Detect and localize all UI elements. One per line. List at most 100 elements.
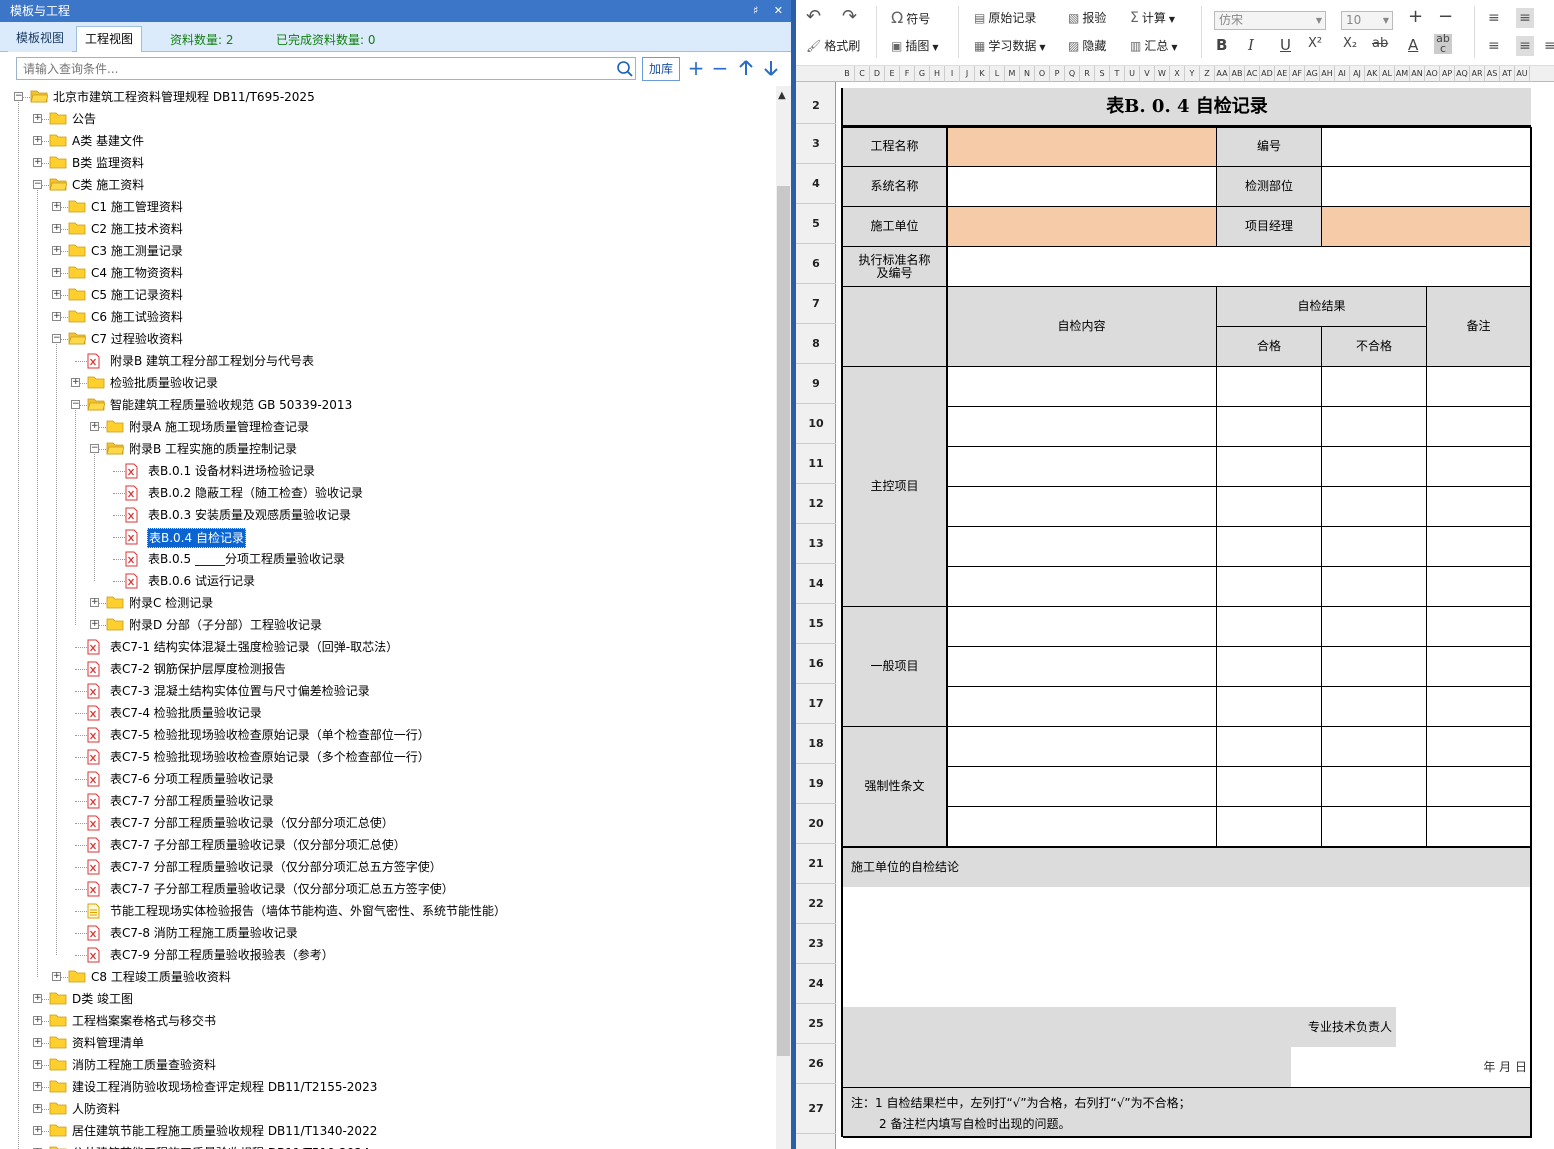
fail-cell[interactable] xyxy=(1322,367,1427,407)
tree-folder-node[interactable]: − C7 过程验收资料 xyxy=(0,328,776,350)
check-content-cell[interactable] xyxy=(947,527,1217,567)
row-header-cell[interactable]: 10 xyxy=(796,404,836,444)
row-header-cell[interactable]: 21 xyxy=(796,844,836,884)
tree-folder-node[interactable]: + 工程档案案卷格式与移交书 xyxy=(0,1010,776,1032)
bold-button[interactable]: B xyxy=(1216,36,1227,54)
study-data-button[interactable]: ▦ 学习数据 ▼ xyxy=(974,36,1046,56)
close-icon[interactable]: ✕ xyxy=(774,4,783,17)
collapse-icon[interactable]: − xyxy=(52,334,61,343)
tree-file-node[interactable]: 表C7-5 检验批现场验收检查原始记录（多个检查部位一行） xyxy=(0,746,776,768)
tree-folder-node[interactable]: + 附录C 检测记录 xyxy=(0,592,776,614)
move-down-icon[interactable] xyxy=(761,58,781,78)
tree-scrollbar[interactable]: ▲ xyxy=(776,86,791,1149)
column-header-cell[interactable]: D xyxy=(870,66,885,82)
column-header-cell[interactable]: J xyxy=(960,66,975,82)
column-header-cell[interactable]: AG xyxy=(1305,66,1320,82)
align-left-icon[interactable]: ≡ xyxy=(1488,36,1500,56)
search-input[interactable] xyxy=(16,57,636,80)
check-content-cell[interactable] xyxy=(947,607,1217,647)
column-header-cell[interactable]: AK xyxy=(1365,66,1380,82)
check-content-cell[interactable] xyxy=(947,727,1217,767)
tree-file-node[interactable]: 表B.0.1 设备材料进场检验记录 xyxy=(0,460,776,482)
tree-folder-node[interactable]: + 检验批质量验收记录 xyxy=(0,372,776,394)
column-header-cell[interactable]: AQ xyxy=(1455,66,1470,82)
tree-folder-node[interactable]: + 居住建筑节能工程施工质量验收规程 DB11/T1340-2022 xyxy=(0,1120,776,1142)
column-header-cell[interactable]: F xyxy=(900,66,915,82)
expand-icon[interactable]: + xyxy=(33,994,42,1003)
tree-file-node[interactable]: 表C7-2 钢筋保护层厚度检测报告 xyxy=(0,658,776,680)
column-header-cell[interactable]: AT xyxy=(1500,66,1515,82)
remark-cell[interactable] xyxy=(1427,767,1531,807)
fail-cell[interactable] xyxy=(1322,767,1427,807)
pass-cell[interactable] xyxy=(1217,607,1322,647)
collapse-icon[interactable]: − xyxy=(71,400,80,409)
tree-file-node[interactable]: 节能工程现场实体检验报告（墙体节能构造、外窗气密性、系统节能性能） xyxy=(0,900,776,922)
column-header-cell[interactable]: AD xyxy=(1260,66,1275,82)
column-header-cell[interactable]: AC xyxy=(1245,66,1260,82)
tree-folder-node[interactable]: + C5 施工记录资料 xyxy=(0,284,776,306)
column-header-cell[interactable]: AL xyxy=(1380,66,1395,82)
column-header-cell[interactable]: AH xyxy=(1320,66,1335,82)
tree-file-node[interactable]: 表B.0.5 _____分项工程质量验收记录 xyxy=(0,548,776,570)
redo-icon[interactable]: ↷ xyxy=(842,7,857,27)
tree-file-node[interactable]: 表C7-3 混凝土结构实体位置与尺寸偏差检验记录 xyxy=(0,680,776,702)
tree-folder-node[interactable]: + D类 竣工图 xyxy=(0,988,776,1010)
tree-folder-node[interactable]: +公共建筑节能工程施工质量验收规程 DB11/T510-2024 xyxy=(0,1142,776,1149)
column-header-cell[interactable]: AJ xyxy=(1350,66,1365,82)
tree-file-node[interactable]: 表B.0.2 隐蔽工程（随工检查）验收记录 xyxy=(0,482,776,504)
column-header-cell[interactable]: S xyxy=(1095,66,1110,82)
column-header-cell[interactable]: O xyxy=(1035,66,1050,82)
row-header-cell[interactable]: 8 xyxy=(796,324,836,364)
expand-icon[interactable]: + xyxy=(52,202,61,211)
spreadsheet[interactable]: B C D E F G H I J K L M N O P Q R S T U V W X Y Z AA AB AC AD AE AF AG A… xyxy=(796,66,1554,1149)
undo-icon[interactable]: ↶ xyxy=(806,7,821,27)
font-color-button[interactable]: A xyxy=(1408,36,1418,54)
expand-icon[interactable]: + xyxy=(52,972,61,981)
fail-cell[interactable] xyxy=(1322,447,1427,487)
row-header-cell[interactable]: 3 xyxy=(796,124,836,164)
column-header-cell[interactable]: K xyxy=(975,66,990,82)
column-header-cell[interactable]: E xyxy=(885,66,900,82)
underline-button[interactable]: U xyxy=(1280,36,1291,54)
remove-icon[interactable]: − xyxy=(710,58,730,78)
column-header-cell[interactable]: AA xyxy=(1215,66,1230,82)
italic-button[interactable]: I xyxy=(1248,36,1254,54)
expand-icon[interactable]: + xyxy=(90,598,99,607)
row-header-cell[interactable]: 14 xyxy=(796,564,836,604)
highlight-icon[interactable]: ab c xyxy=(1434,33,1452,54)
row-header-cell[interactable]: 20 xyxy=(796,804,836,844)
row-header-cell[interactable]: 5 xyxy=(796,204,836,244)
pin-icon[interactable]: ♯ xyxy=(753,4,758,17)
remark-cell[interactable] xyxy=(1427,647,1531,687)
row-header-cell[interactable]: 17 xyxy=(796,684,836,724)
column-header-cell[interactable]: AM xyxy=(1395,66,1410,82)
align-middle-icon[interactable]: ≡ xyxy=(1516,8,1534,28)
expand-icon[interactable]: + xyxy=(33,1016,42,1025)
tree-file-node[interactable]: 附录B 建筑工程分部工程划分与代号表 xyxy=(0,350,776,372)
column-header-cell[interactable]: AU xyxy=(1515,66,1530,82)
date-field[interactable]: 年 月 日 xyxy=(1291,1047,1531,1087)
tree-folder-node[interactable]: + C1 施工管理资料 xyxy=(0,196,776,218)
column-header-cell[interactable]: B xyxy=(840,66,855,82)
remark-cell[interactable] xyxy=(1427,607,1531,647)
align-right-icon[interactable]: ≡ xyxy=(1544,36,1554,56)
column-header-cell[interactable]: G xyxy=(915,66,930,82)
project-name-field[interactable] xyxy=(947,127,1217,167)
expand-icon[interactable]: + xyxy=(33,114,42,123)
pass-cell[interactable] xyxy=(1217,367,1322,407)
expand-icon[interactable]: + xyxy=(33,136,42,145)
expand-icon[interactable]: + xyxy=(33,158,42,167)
column-header-cell[interactable]: R xyxy=(1080,66,1095,82)
expand-icon[interactable]: + xyxy=(52,268,61,277)
remark-cell[interactable] xyxy=(1427,687,1531,727)
scroll-up-icon[interactable]: ▲ xyxy=(778,90,786,101)
column-header-cell[interactable]: C xyxy=(855,66,870,82)
fail-cell[interactable] xyxy=(1322,807,1427,847)
expand-icon[interactable]: + xyxy=(90,620,99,629)
pass-cell[interactable] xyxy=(1217,767,1322,807)
number-field[interactable] xyxy=(1322,127,1531,167)
tree-file-node[interactable]: 表C7-7 子分部工程质量验收记录（仅分部分项汇总使） xyxy=(0,834,776,856)
column-header-cell[interactable]: AN xyxy=(1410,66,1425,82)
tree-file-node[interactable]: 表C7-7 分部工程质量验收记录（仅分部分项汇总五方签字使） xyxy=(0,856,776,878)
standard-field[interactable] xyxy=(947,247,1531,287)
